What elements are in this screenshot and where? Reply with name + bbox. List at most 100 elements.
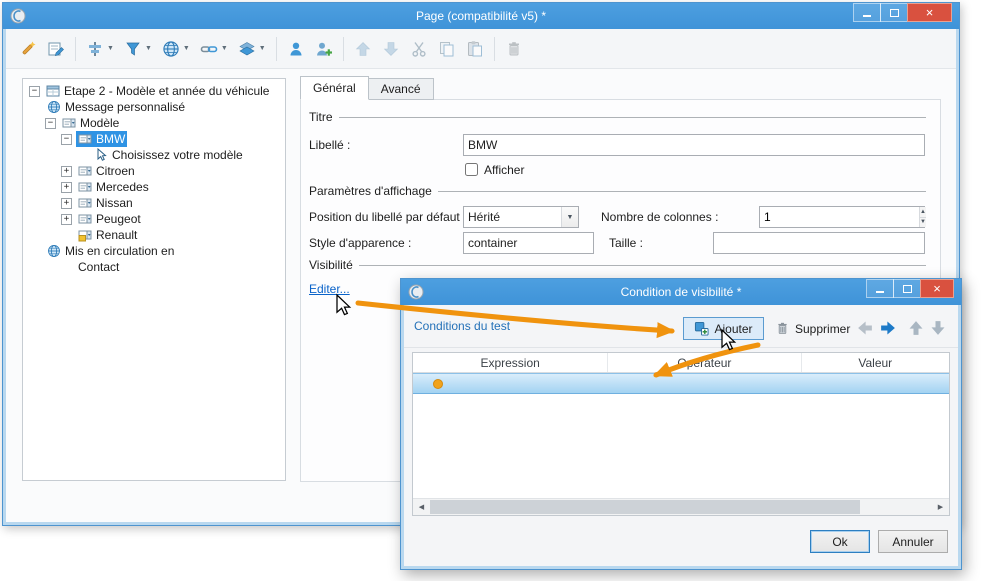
paste-button[interactable]: [462, 36, 488, 62]
tree-item-content[interactable]: Peugeot: [76, 211, 143, 227]
tree-item-content[interactable]: Renault: [76, 227, 139, 243]
minimize-button[interactable]: [866, 279, 894, 298]
move-up-icon: [354, 40, 372, 58]
afficher-checkbox[interactable]: [465, 163, 478, 176]
main-titlebar[interactable]: Page (compatibilité v5) * ×: [3, 3, 959, 29]
close-button[interactable]: ×: [907, 3, 952, 22]
cut-button[interactable]: [406, 36, 432, 62]
supprimer-button[interactable]: Supprimer: [770, 317, 866, 340]
tree-item-label: Choisissez votre modèle: [112, 148, 243, 162]
minimize-button[interactable]: [853, 3, 881, 22]
collapse-icon[interactable]: −: [61, 133, 72, 145]
spin-up-icon[interactable]: ▲: [920, 207, 926, 217]
expand-icon[interactable]: +: [61, 181, 72, 193]
table-row[interactable]: [413, 373, 949, 394]
tree-item[interactable]: Choisissez votre modèle: [23, 147, 285, 163]
move-up-button[interactable]: [350, 36, 376, 62]
ok-button[interactable]: Ok: [810, 530, 870, 553]
globe-icon: [162, 40, 180, 58]
tree-item[interactable]: − Modèle: [23, 115, 285, 131]
style-label: Style d'apparence :: [309, 236, 412, 250]
tree-item-content[interactable]: BMW: [76, 131, 128, 147]
arrow-right-icon: [878, 318, 898, 338]
tree-item-content[interactable]: Citroen: [76, 163, 137, 179]
tree-item-content[interactable]: Etape 2 - Modèle et année du véhicule: [44, 83, 271, 99]
scrollbar-thumb[interactable]: [430, 500, 860, 514]
user-button[interactable]: [283, 36, 309, 62]
tab-general[interactable]: Général: [300, 76, 369, 100]
spin-down-icon[interactable]: ▼: [920, 216, 926, 227]
move-left-button[interactable]: [855, 318, 875, 338]
ajouter-button[interactable]: Ajouter: [683, 317, 764, 340]
design-icon: [47, 40, 65, 58]
tree-item-content[interactable]: Mis en circulation en: [45, 243, 176, 259]
tree-item[interactable]: + Mercedes: [23, 179, 285, 195]
colonnes-input[interactable]: [760, 207, 919, 227]
column-header-valeur[interactable]: Valeur: [802, 353, 949, 372]
tree-item-content[interactable]: Message personnalisé: [45, 99, 187, 115]
column-header-operateur[interactable]: Opérateur: [608, 353, 802, 372]
copy-icon: [438, 40, 456, 58]
align-button[interactable]: ▼: [82, 36, 118, 62]
tree-item[interactable]: Message personnalisé: [23, 99, 285, 115]
scrollbar-track[interactable]: [860, 499, 932, 515]
expand-icon[interactable]: +: [61, 197, 72, 209]
tree-item-label: Citroen: [96, 164, 135, 178]
move-up-button[interactable]: [906, 318, 926, 338]
tree-item-content[interactable]: Nissan: [76, 195, 135, 211]
tree-item[interactable]: Renault: [23, 227, 285, 243]
expand-icon[interactable]: +: [61, 213, 72, 225]
ajouter-button-label: Ajouter: [714, 321, 753, 336]
align-icon: [86, 40, 104, 58]
wand-button[interactable]: [15, 36, 41, 62]
annuler-button-label: Annuler: [892, 534, 934, 549]
taille-input[interactable]: [713, 232, 925, 254]
expand-icon[interactable]: +: [61, 165, 72, 177]
maximize-button[interactable]: [893, 279, 921, 298]
layers-button[interactable]: ▼: [234, 36, 270, 62]
tree-item[interactable]: + Nissan: [23, 195, 285, 211]
chevron-down-icon[interactable]: ▼: [561, 207, 578, 227]
horizontal-scrollbar[interactable]: ◀ ▶: [413, 498, 949, 515]
table-header: Expression Opérateur Valeur: [413, 353, 949, 373]
tree-item-content[interactable]: Mercedes: [76, 179, 151, 195]
globe-button[interactable]: ▼: [158, 36, 194, 62]
tree-item[interactable]: + Peugeot: [23, 211, 285, 227]
tree-item[interactable]: Mis en circulation en: [23, 243, 285, 259]
field-button[interactable]: ▼: [120, 36, 156, 62]
maximize-icon: [889, 8, 899, 17]
move-right-button[interactable]: [878, 318, 898, 338]
tree-item-content[interactable]: Choisissez votre modèle: [92, 147, 245, 163]
paste-icon: [466, 40, 484, 58]
tree-item-content[interactable]: Contact: [76, 259, 121, 275]
scroll-left-icon[interactable]: ◀: [413, 499, 430, 515]
move-down-icon: [382, 40, 400, 58]
colonnes-spinner[interactable]: ▲▼: [759, 206, 926, 228]
design-button[interactable]: [43, 36, 69, 62]
user-add-button[interactable]: [311, 36, 337, 62]
style-input[interactable]: [463, 232, 594, 254]
column-header-expression[interactable]: Expression: [413, 353, 609, 372]
tree-item[interactable]: − BMW: [23, 131, 285, 147]
scroll-right-icon[interactable]: ▶: [932, 499, 949, 515]
move-down-button[interactable]: [378, 36, 404, 62]
tree-item-content[interactable]: Modèle: [60, 115, 121, 131]
maximize-button[interactable]: [880, 3, 908, 22]
link-button[interactable]: ▼: [196, 36, 232, 62]
position-combo[interactable]: Hérité ▼: [463, 206, 579, 228]
move-down-button[interactable]: [928, 318, 948, 338]
tree-item[interactable]: Contact: [23, 259, 285, 275]
collapse-icon[interactable]: −: [45, 117, 56, 129]
tree-item[interactable]: + Citroen: [23, 163, 285, 179]
trash-button[interactable]: [501, 36, 527, 62]
dialog-titlebar[interactable]: Condition de visibilité * ×: [401, 279, 961, 305]
copy-button[interactable]: [434, 36, 460, 62]
table-body: [413, 373, 949, 498]
libelle-input[interactable]: [463, 134, 925, 156]
tree-item[interactable]: − Etape 2 - Modèle et année du véhicule: [23, 83, 285, 99]
close-button[interactable]: ×: [920, 279, 954, 298]
annuler-button[interactable]: Annuler: [878, 530, 948, 553]
editer-link[interactable]: Editer...: [309, 282, 350, 296]
collapse-icon[interactable]: −: [29, 85, 40, 97]
tab-avance[interactable]: Avancé: [367, 78, 434, 100]
